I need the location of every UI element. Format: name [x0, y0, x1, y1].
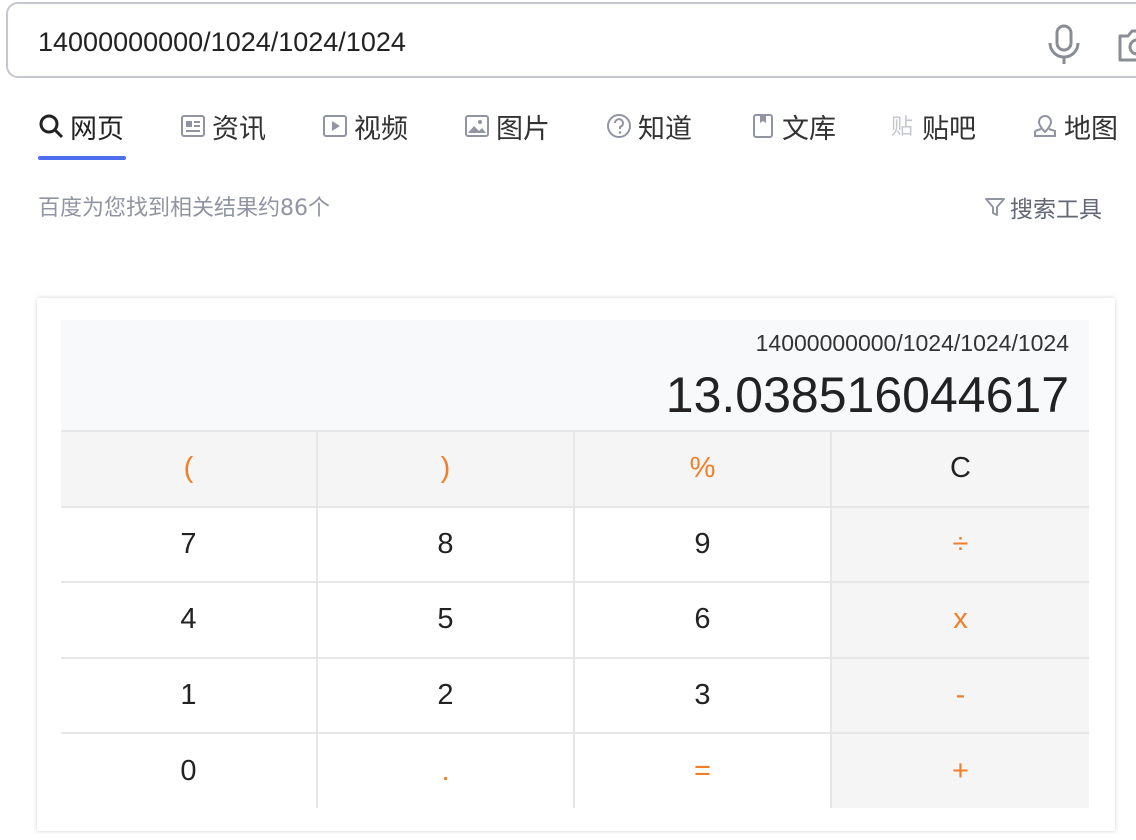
- map-icon: [1034, 114, 1056, 137]
- key-9[interactable]: 9: [575, 505, 832, 582]
- key-percent[interactable]: %: [575, 430, 832, 506]
- key-add[interactable]: +: [832, 732, 1089, 808]
- key-divide[interactable]: ÷: [832, 505, 1089, 582]
- key-open-paren[interactable]: (: [61, 430, 318, 506]
- key-subtract[interactable]: -: [832, 656, 1089, 733]
- tab-label: 地图: [1064, 113, 1118, 145]
- tab-zhidao[interactable]: 知道: [606, 104, 692, 148]
- tab-web[interactable]: 网页: [38, 104, 124, 148]
- search-tabs: 网页 资讯 视频 图片 知道 文库 贴 贴吧 地图: [38, 104, 1136, 160]
- search-box: [6, 2, 1136, 78]
- tab-label: 网页: [70, 113, 124, 145]
- news-icon: [181, 115, 205, 137]
- camera-icon[interactable]: [1116, 26, 1136, 64]
- key-decimal[interactable]: .: [318, 732, 575, 808]
- tab-wenku[interactable]: 文库: [750, 104, 836, 148]
- key-0[interactable]: 0: [61, 732, 318, 808]
- tab-label: 文库: [782, 113, 836, 145]
- key-clear[interactable]: C: [832, 430, 1089, 506]
- search-input[interactable]: [38, 20, 998, 64]
- key-5[interactable]: 5: [318, 581, 575, 657]
- calculator-expression: 14000000000/1024/1024/1024: [755, 330, 1069, 356]
- document-icon: [753, 114, 773, 138]
- search-tools-button[interactable]: 搜索工具: [984, 190, 1102, 224]
- key-8[interactable]: 8: [318, 505, 575, 582]
- calculator-display: 14000000000/1024/1024/1024 13.0385160446…: [61, 320, 1089, 430]
- tab-news[interactable]: 资讯: [180, 104, 266, 148]
- calculator-result: 13.038516044617: [665, 367, 1069, 423]
- key-4[interactable]: 4: [61, 581, 318, 657]
- key-equals[interactable]: =: [575, 732, 832, 808]
- tab-map[interactable]: 地图: [1032, 104, 1118, 148]
- key-3[interactable]: 3: [575, 656, 832, 733]
- tab-images[interactable]: 图片: [464, 104, 550, 148]
- question-icon: [607, 114, 631, 138]
- calculator-card: 14000000000/1024/1024/1024 13.0385160446…: [37, 298, 1115, 831]
- key-7[interactable]: 7: [61, 505, 318, 582]
- key-1[interactable]: 1: [61, 656, 318, 733]
- microphone-icon[interactable]: [1046, 24, 1082, 66]
- video-icon: [323, 115, 347, 137]
- tab-label: 图片: [496, 113, 550, 145]
- search-tools-label: 搜索工具: [1010, 197, 1102, 223]
- tab-label: 贴吧: [922, 113, 976, 145]
- key-close-paren[interactable]: ): [318, 430, 575, 506]
- search-icon: [39, 114, 64, 139]
- filter-icon: [985, 198, 1005, 216]
- key-2[interactable]: 2: [318, 656, 575, 733]
- tab-tieba[interactable]: 贴 贴吧: [890, 104, 976, 148]
- tab-label: 资讯: [212, 113, 266, 145]
- svg-text:贴: 贴: [891, 115, 913, 139]
- image-icon: [465, 115, 489, 137]
- result-count: 百度为您找到相关结果约86个: [38, 196, 330, 221]
- calculator-keypad: ( ) % C 7 8 9 ÷ 4 5 6 x 1 2 3 - 0 . = +: [61, 430, 1089, 808]
- tab-label: 视频: [354, 113, 408, 145]
- tieba-icon: 贴: [891, 115, 913, 139]
- active-tab-indicator: [38, 156, 126, 160]
- tab-video[interactable]: 视频: [322, 104, 408, 148]
- key-6[interactable]: 6: [575, 581, 832, 657]
- key-multiply[interactable]: x: [832, 581, 1089, 657]
- tab-label: 知道: [638, 113, 692, 145]
